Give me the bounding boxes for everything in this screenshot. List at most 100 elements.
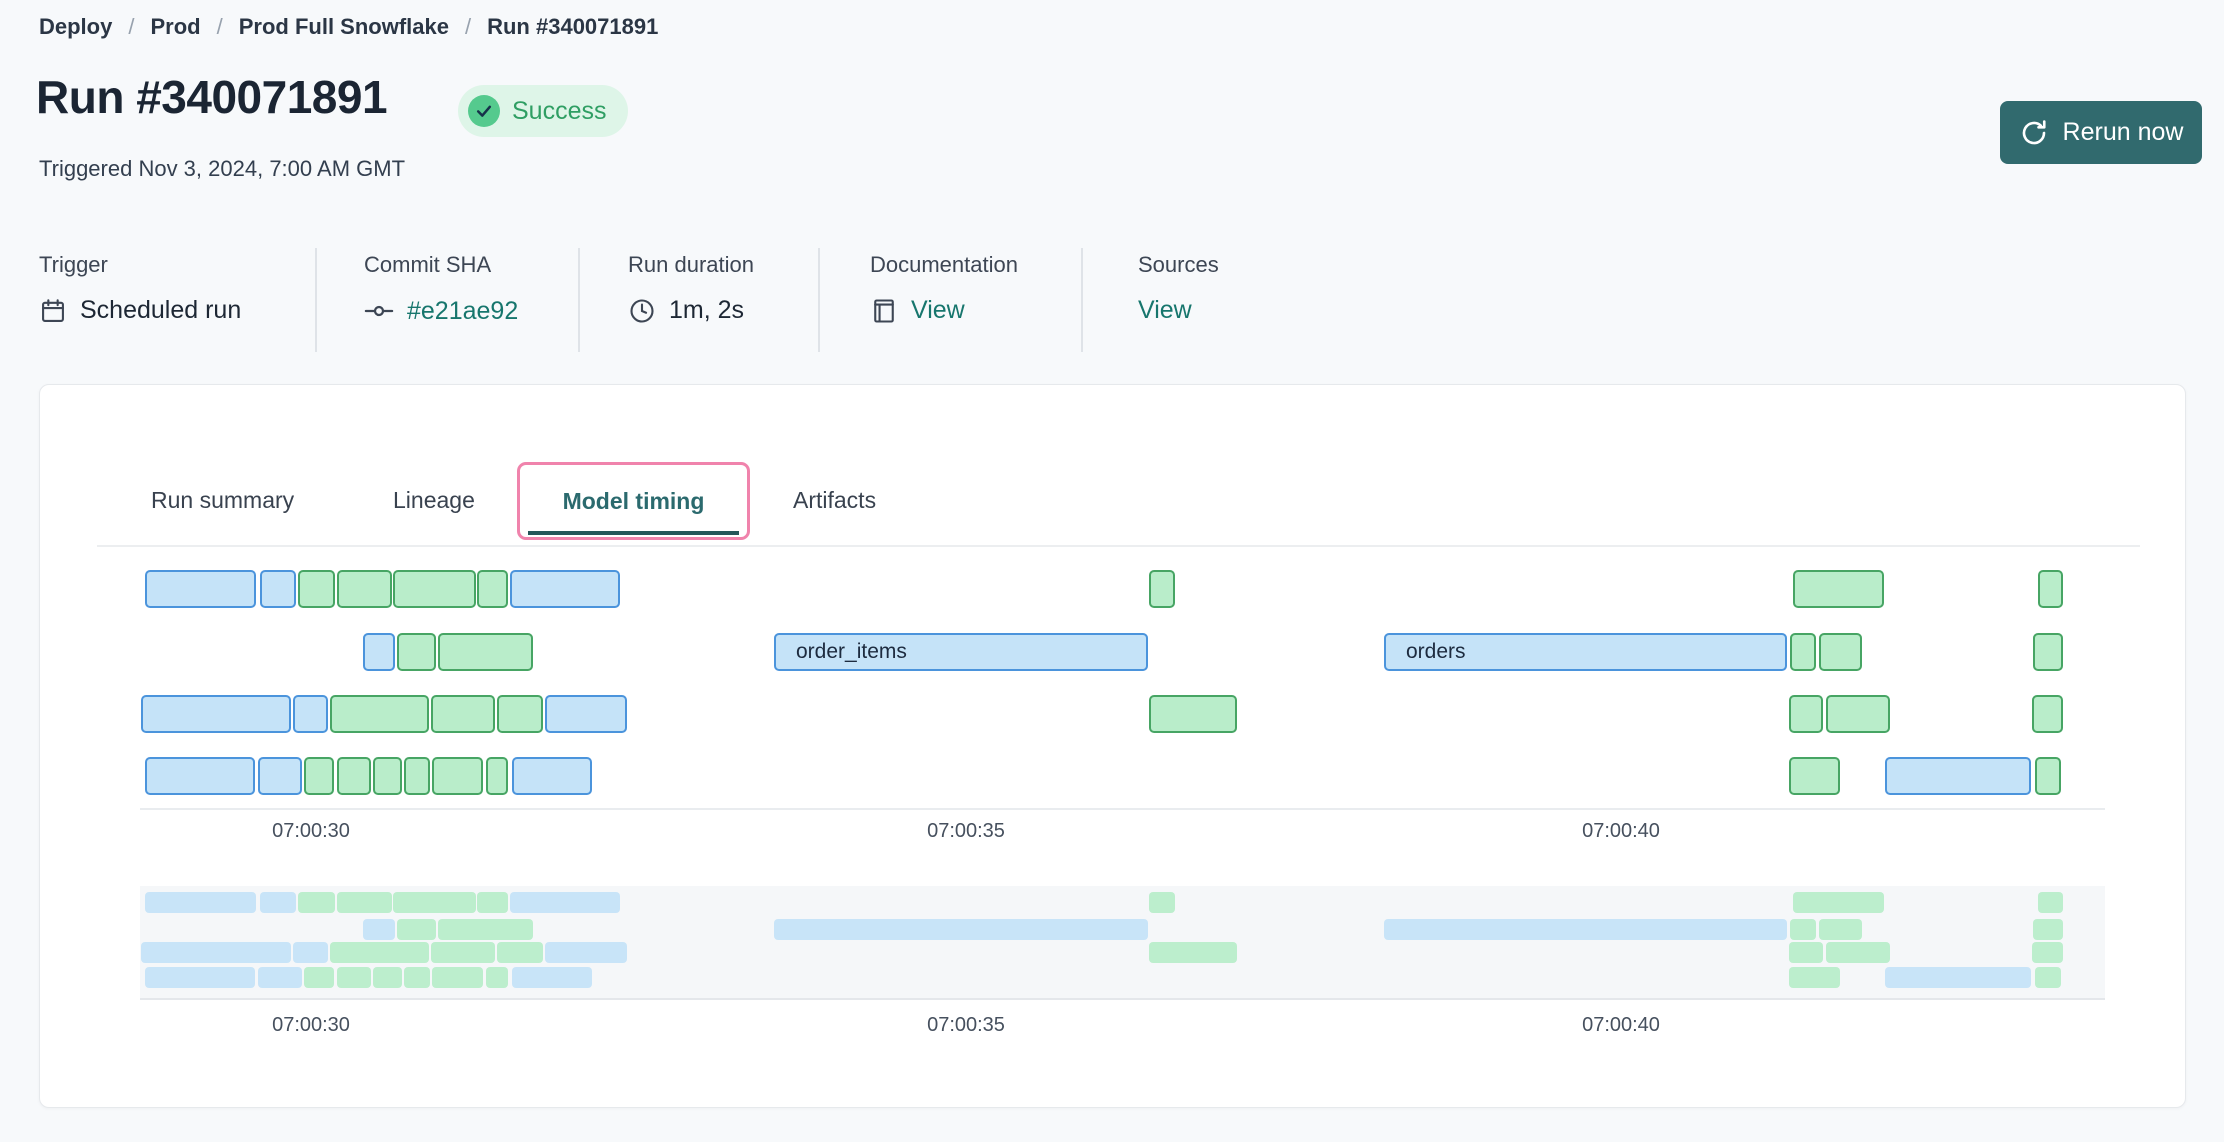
gantt-bar[interactable] [1885, 757, 2031, 795]
gantt-bar [304, 967, 334, 988]
gantt-bar[interactable] [1790, 633, 1816, 671]
check-icon [468, 95, 500, 127]
gantt-bar[interactable] [304, 757, 334, 795]
gantt-bar [512, 967, 592, 988]
meta-divider [315, 248, 317, 352]
gantt-bar[interactable] [486, 757, 508, 795]
gantt-bar[interactable] [2033, 633, 2063, 671]
gantt-bar[interactable] [2032, 695, 2063, 733]
meta-value-trigger: Scheduled run [39, 296, 241, 325]
gantt-bar [438, 919, 533, 940]
gantt-bar[interactable] [545, 695, 627, 733]
commit-icon [364, 296, 394, 326]
meta-value-text: 1m, 2s [669, 296, 744, 325]
breadcrumb-separator: / [465, 14, 471, 40]
rerun-now-button[interactable]: Rerun now [2000, 101, 2202, 164]
gantt-bar[interactable] [145, 757, 255, 795]
documentation-view-link[interactable]: View [911, 296, 965, 325]
gantt-bar[interactable] [431, 695, 495, 733]
gantt-bar [1885, 967, 2031, 988]
gantt-bar[interactable] [141, 695, 291, 733]
gantt-bar [330, 942, 429, 963]
gantt-bar[interactable] [330, 695, 429, 733]
gantt-bar[interactable] [497, 695, 543, 733]
triggered-timestamp: Triggered Nov 3, 2024, 7:00 AM GMT [39, 156, 405, 182]
gantt-bar[interactable] [404, 757, 430, 795]
book-icon [870, 297, 898, 325]
tab-run-summary[interactable]: Run summary [151, 487, 294, 514]
gantt-bar[interactable] [1793, 570, 1884, 608]
gantt-bar [2032, 942, 2063, 963]
gantt-bar [2033, 919, 2063, 940]
gantt-bar[interactable] [393, 570, 476, 608]
gantt-bar-order_items[interactable]: order_items [774, 633, 1148, 671]
axis-tick-label: 07:00:35 [927, 1014, 1005, 1037]
gantt-bar[interactable] [260, 570, 296, 608]
gantt-bar[interactable] [337, 757, 371, 795]
axis-tick-label: 07:00:40 [1582, 1014, 1660, 1037]
tabs-separator-line [97, 545, 2140, 547]
gantt-bar[interactable] [1826, 695, 1890, 733]
gantt-bar [545, 942, 627, 963]
active-tab-underline [528, 531, 739, 535]
gantt-bar[interactable] [1819, 633, 1862, 671]
gantt-bar[interactable] [1149, 570, 1175, 608]
gantt-bar [293, 942, 328, 963]
gantt-bar[interactable] [1149, 695, 1237, 733]
breadcrumb-job[interactable]: Prod Full Snowflake [239, 14, 449, 40]
gantt-bar-orders[interactable]: orders [1384, 633, 1787, 671]
gantt-bar [1149, 892, 1175, 913]
gantt-bar[interactable] [363, 633, 395, 671]
meta-label-run-duration: Run duration [628, 252, 754, 278]
gantt-bar[interactable] [2038, 570, 2063, 608]
meta-divider [818, 248, 820, 352]
gantt-bar[interactable] [2035, 757, 2061, 795]
calendar-icon [39, 297, 67, 325]
refresh-icon [2019, 118, 2049, 148]
gantt-bar[interactable] [510, 570, 620, 608]
meta-value-text: Scheduled run [80, 296, 241, 325]
gantt-bar[interactable] [258, 757, 302, 795]
gantt-bar [397, 919, 436, 940]
gantt-bar[interactable] [512, 757, 592, 795]
gantt-bar[interactable] [145, 570, 256, 608]
breadcrumb: Deploy / Prod / Prod Full Snowflake / Ru… [39, 14, 658, 40]
tab-artifacts[interactable]: Artifacts [793, 487, 876, 514]
page-title: Run #340071891 [36, 70, 387, 124]
gantt-bar [298, 892, 335, 913]
commit-sha-link[interactable]: #e21ae92 [407, 297, 518, 326]
gantt-bar[interactable] [432, 757, 483, 795]
breadcrumb-prod[interactable]: Prod [150, 14, 200, 40]
sources-view-link[interactable]: View [1138, 296, 1192, 325]
gantt-bar [260, 892, 296, 913]
meta-value-documentation: View [870, 296, 965, 325]
gantt-bar [432, 967, 483, 988]
gantt-bar [497, 942, 543, 963]
gantt-bar[interactable] [438, 633, 533, 671]
gantt-bar[interactable] [293, 695, 328, 733]
gantt-bar[interactable] [337, 570, 392, 608]
gantt-bar-order_items [774, 919, 1148, 940]
model-name-label: orders [1386, 635, 1785, 668]
gantt-bar [363, 919, 395, 940]
clock-icon [628, 297, 656, 325]
gantt-bar [477, 892, 508, 913]
model-name-label: order_items [776, 635, 1146, 668]
active-tab-highlight-box: Model timing [517, 462, 750, 540]
gantt-bar [486, 967, 508, 988]
axis-tick-label: 07:00:40 [1582, 820, 1660, 843]
gantt-bar[interactable] [1789, 757, 1840, 795]
gantt-bar[interactable] [298, 570, 335, 608]
gantt-bar[interactable] [477, 570, 508, 608]
tab-lineage[interactable]: Lineage [393, 487, 475, 514]
breadcrumb-deploy[interactable]: Deploy [39, 14, 112, 40]
gantt-bar [393, 892, 476, 913]
meta-value-sources: View [1138, 296, 1192, 325]
tab-model-timing[interactable]: Model timing [520, 465, 747, 537]
meta-value-run-duration: 1m, 2s [628, 296, 744, 325]
gantt-bar [1826, 942, 1890, 963]
gantt-bar[interactable] [397, 633, 436, 671]
gantt-bar[interactable] [373, 757, 402, 795]
gantt-bar [1149, 942, 1237, 963]
gantt-bar[interactable] [1789, 695, 1823, 733]
